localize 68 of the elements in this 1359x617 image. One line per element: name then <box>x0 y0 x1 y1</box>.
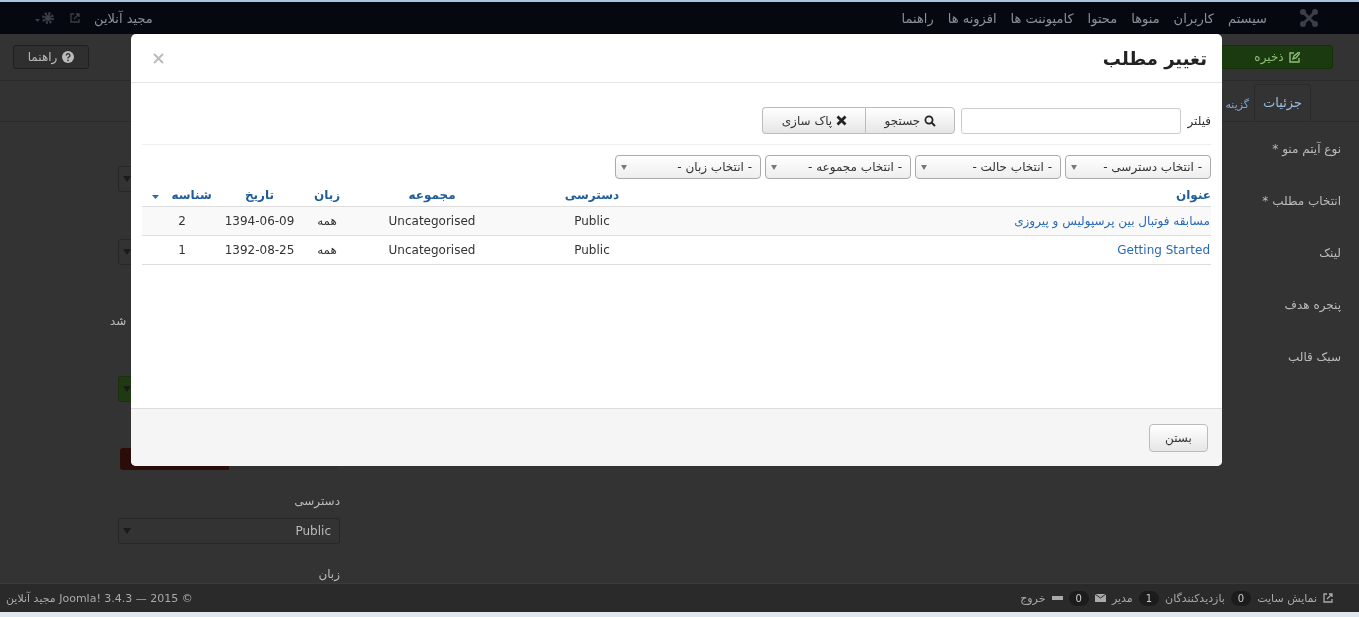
modal-title: تغییر مطلب <box>1102 47 1207 69</box>
clear-button[interactable]: پاک سازی <box>762 107 866 134</box>
count-badge: 0 <box>1068 590 1089 606</box>
table-cell: Public <box>574 243 610 257</box>
search-button[interactable]: جستجو <box>865 107 956 134</box>
table-cell: Uncategorised <box>388 243 476 257</box>
tab[interactable]: جزئیات <box>1254 84 1311 121</box>
field-label: سبک قالب <box>1286 350 1341 366</box>
envelope-icon <box>1094 594 1106 602</box>
menu-item[interactable]: افزونه ها <box>947 10 997 26</box>
save-button[interactable]: ذخیره <box>1221 45 1333 69</box>
field-label: دسترسی <box>294 494 340 508</box>
close-icon[interactable] <box>153 52 164 64</box>
view-site-link[interactable]: نمایش سایت <box>1257 591 1317 605</box>
close-icon <box>836 115 848 126</box>
article-link[interactable]: Getting Started <box>1117 243 1210 257</box>
menu-item[interactable]: سیستم <box>1228 10 1267 26</box>
column-header[interactable]: شناسه <box>171 187 212 202</box>
field-label: انتخاب مطلب * <box>1261 194 1341 210</box>
table-cell: 1392-08-25 <box>224 243 295 257</box>
external-link-icon <box>1323 593 1333 603</box>
field-label: نوع آیتم منو * <box>1271 142 1341 158</box>
field-text: شد <box>110 314 127 328</box>
filter-select[interactable]: - انتخاب زبان - <box>615 155 761 179</box>
field-label: پنجره هدف <box>1283 298 1341 314</box>
filter-select[interactable]: - انتخاب مجموعه - <box>765 155 911 179</box>
table-cell: 2 <box>178 214 186 228</box>
table-cell: 1394-06-09 <box>224 214 295 228</box>
column-header[interactable]: عنوان <box>1176 187 1211 202</box>
admins-label: مدیر <box>1111 591 1133 605</box>
logo-icon[interactable] <box>1299 8 1319 28</box>
article-link[interactable]: مسابقه فوتبال بین پرسپولیس و پیروزی <box>1014 214 1210 228</box>
access-select[interactable]: Public <box>118 518 340 544</box>
visitors-label: بازدیدکنندگان <box>1165 591 1225 605</box>
logout-link[interactable]: خروج <box>1020 591 1046 605</box>
count-badge: 1 <box>1138 590 1160 606</box>
menu-item[interactable]: کاربران <box>1173 10 1214 26</box>
menu-item[interactable]: منوها <box>1131 10 1160 26</box>
column-header[interactable]: زبان <box>313 187 341 202</box>
column-header[interactable]: مجموعه <box>408 187 456 202</box>
settings-icon[interactable] <box>34 11 56 25</box>
column-header[interactable]: دسترسی <box>564 187 620 202</box>
search-icon <box>924 114 937 127</box>
menu-item[interactable]: کامپوننت ها <box>1010 10 1074 26</box>
column-header[interactable]: تاریخ <box>244 187 275 202</box>
table-cell: Public <box>574 214 610 228</box>
edit-icon <box>1288 51 1300 63</box>
table-cell: Uncategorised <box>388 214 476 228</box>
field-label: زبان <box>318 567 340 581</box>
minus-icon <box>1051 596 1063 600</box>
table-cell: همه <box>317 214 337 228</box>
menu-item[interactable]: راهنما <box>901 10 934 26</box>
table-cell: همه <box>317 243 337 257</box>
tab[interactable]: گزینه <box>1225 88 1253 121</box>
close-button[interactable]: بستن <box>1149 423 1208 452</box>
filter-label: فیلتر <box>1187 113 1211 128</box>
menu-item[interactable]: محتوا <box>1087 10 1118 26</box>
site-link[interactable]: مجید آنلاین <box>94 10 153 26</box>
field-label: لینک <box>1318 246 1341 262</box>
count-badge: 0 <box>1230 590 1252 606</box>
filter-field[interactable] <box>961 107 1182 134</box>
help-icon <box>62 51 75 63</box>
external-link-icon <box>70 13 80 23</box>
copyright-text: © 2015 — Joomla! 3.4.3 مجید آنلاین <box>6 591 193 605</box>
filter-select[interactable]: - انتخاب دسترسی - <box>1065 155 1211 179</box>
help-button[interactable]: راهنما <box>13 45 89 69</box>
table-cell: 1 <box>178 243 186 257</box>
filter-select[interactable]: - انتخاب حالت - <box>915 155 1061 179</box>
